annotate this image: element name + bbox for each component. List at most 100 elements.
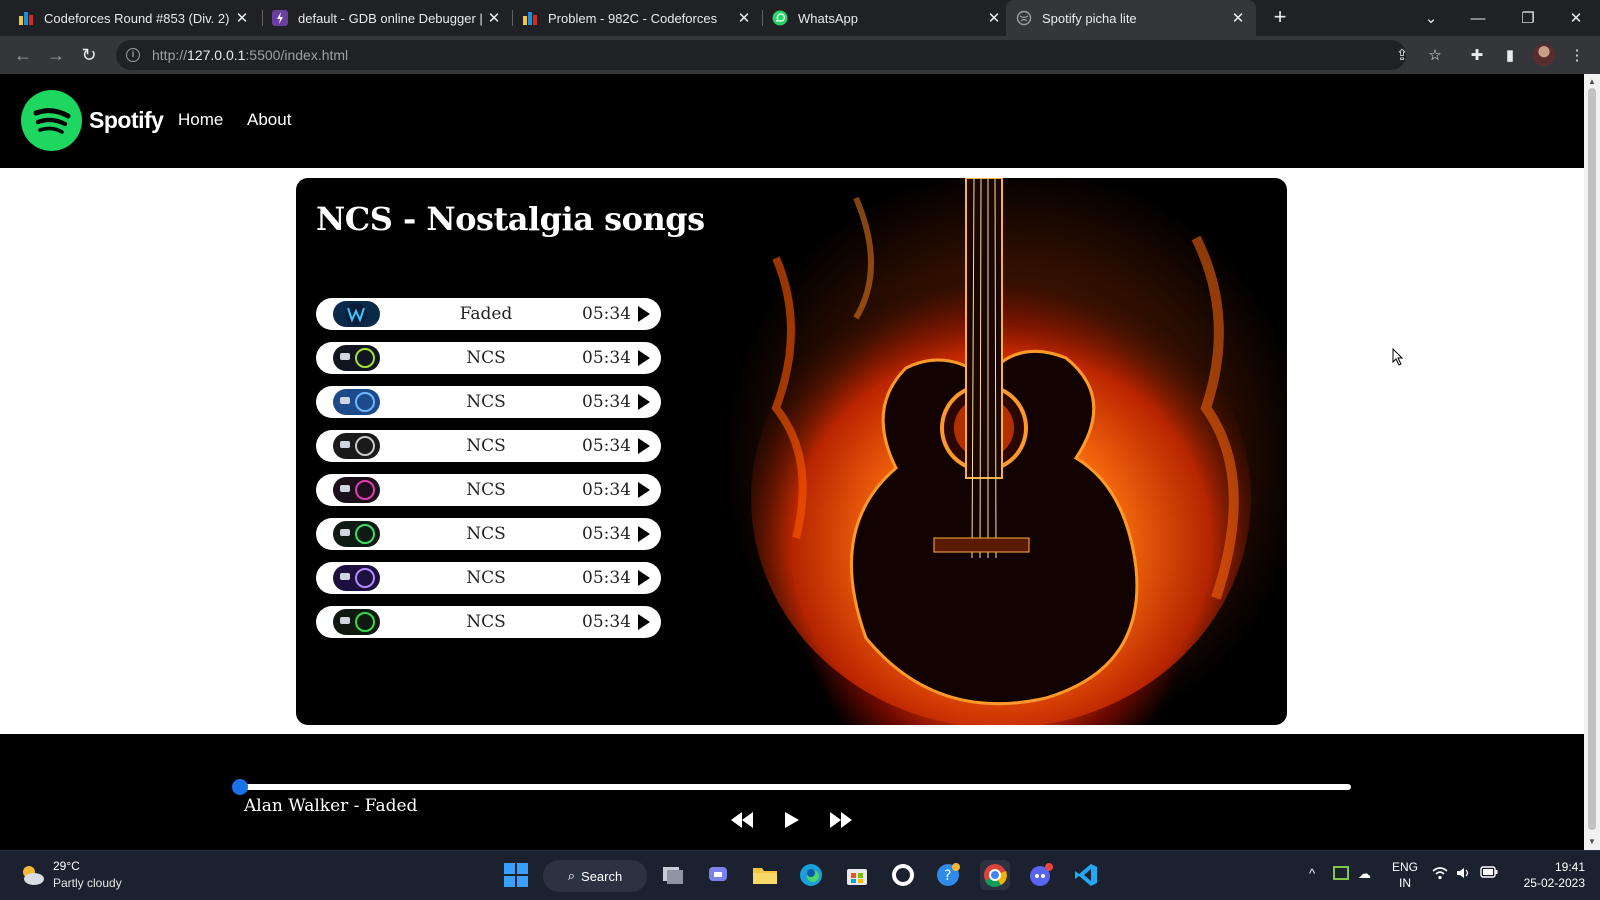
- system-clock[interactable]: 19:41 25-02-2023: [1515, 859, 1585, 891]
- progress-slider[interactable]: [240, 784, 1351, 790]
- extensions-icon[interactable]: ✚: [1467, 45, 1487, 65]
- close-window-icon[interactable]: ✕: [1553, 0, 1599, 36]
- play-icon[interactable]: [638, 350, 650, 366]
- weather-description[interactable]: Partly cloudy: [53, 876, 122, 890]
- windows-start-icon[interactable]: [501, 860, 531, 890]
- share-icon[interactable]: ⇪: [1392, 45, 1412, 65]
- song-cover-image: [333, 433, 380, 459]
- site-info-icon[interactable]: i: [126, 48, 140, 62]
- song-item[interactable]: NCS 05:34: [316, 474, 661, 506]
- vscode-icon[interactable]: [1071, 860, 1101, 890]
- next-icon[interactable]: [829, 810, 853, 830]
- tab-gdb[interactable]: default - GDB online Debugger | ✕: [262, 0, 512, 36]
- back-arrow-icon[interactable]: ←: [10, 42, 36, 68]
- song-name: NCS: [466, 524, 506, 544]
- song-item[interactable]: NCS 05:34: [316, 518, 661, 550]
- nav-link-home[interactable]: Home: [178, 110, 223, 130]
- show-hidden-icons-icon[interactable]: ^: [1309, 866, 1315, 881]
- tab-problem-982c[interactable]: Problem - 982C - Codeforces ✕: [512, 0, 762, 36]
- song-name: NCS: [466, 612, 506, 632]
- tab-whatsapp[interactable]: WhatsApp ✕: [762, 0, 1012, 36]
- teams-chat-icon[interactable]: [704, 860, 734, 890]
- close-icon[interactable]: ✕: [486, 9, 502, 27]
- restore-icon[interactable]: ❐: [1505, 0, 1551, 36]
- menu-kebab-icon[interactable]: ⋮: [1567, 45, 1587, 65]
- song-item[interactable]: NCS 05:34: [316, 562, 661, 594]
- address-bar[interactable]: i http://127.0.0.1:5500/index.html: [116, 40, 1406, 70]
- song-duration: 05:34: [582, 524, 631, 544]
- tray-app-icon[interactable]: [1333, 866, 1349, 883]
- page-viewport: Spotify Home About NCS - Nostalgia songs…: [0, 74, 1584, 850]
- song-duration: 05:34: [582, 612, 631, 632]
- task-view-icon[interactable]: [658, 860, 688, 890]
- brand-name[interactable]: Spotify: [89, 107, 164, 134]
- song-cover-image: [333, 389, 380, 415]
- edge-browser-icon[interactable]: [796, 860, 826, 890]
- mouse-cursor-icon: [1392, 348, 1404, 366]
- whatsapp-icon: [772, 10, 788, 26]
- previous-icon[interactable]: [730, 810, 754, 830]
- page-scrollbar[interactable]: ▲ ▼: [1584, 74, 1600, 850]
- tab-title: Codeforces Round #853 (Div. 2): [44, 10, 230, 26]
- microsoft-store-icon[interactable]: [842, 860, 872, 890]
- play-icon[interactable]: [638, 482, 650, 498]
- play-pause-icon[interactable]: [782, 810, 802, 830]
- profile-avatar[interactable]: [1533, 44, 1555, 66]
- close-icon[interactable]: ✕: [986, 9, 1002, 27]
- play-icon[interactable]: [638, 306, 650, 322]
- new-tab-icon[interactable]: +: [1268, 6, 1292, 30]
- song-item[interactable]: NCS 05:34: [316, 386, 661, 418]
- scrollbar-thumb[interactable]: [1588, 88, 1596, 830]
- forward-arrow-icon[interactable]: →: [43, 42, 69, 68]
- scroll-up-icon[interactable]: ▲: [1587, 77, 1597, 87]
- play-icon[interactable]: [638, 438, 650, 454]
- close-icon[interactable]: ✕: [736, 9, 752, 27]
- song-duration: 05:34: [582, 392, 631, 412]
- play-icon[interactable]: [638, 526, 650, 542]
- song-item[interactable]: NCS 05:34: [316, 606, 661, 638]
- song-list: Faded 05:34 NCS 05:34 NCS 05:34 NCS 05:3…: [316, 298, 661, 650]
- codeforces-icon: [18, 10, 34, 26]
- song-item[interactable]: Faded 05:34: [316, 298, 661, 330]
- tab-codeforces-round[interactable]: Codeforces Round #853 (Div. 2) ✕: [8, 0, 260, 36]
- discord-icon[interactable]: [1026, 860, 1056, 890]
- play-icon[interactable]: [638, 614, 650, 630]
- minimize-icon[interactable]: —: [1455, 0, 1501, 36]
- language-indicator[interactable]: ENG IN: [1390, 859, 1420, 891]
- spotify-logo-icon[interactable]: [21, 90, 82, 151]
- tab-search-icon[interactable]: ⌄: [1408, 0, 1454, 36]
- bookmark-star-icon[interactable]: ☆: [1425, 45, 1445, 65]
- tab-strip: Codeforces Round #853 (Div. 2) ✕ default…: [0, 0, 1600, 36]
- player-bar: Alan Walker - Faded: [0, 734, 1584, 850]
- play-icon[interactable]: [638, 570, 650, 586]
- github-app-icon[interactable]: [888, 860, 918, 890]
- side-panel-icon[interactable]: ▮: [1500, 45, 1520, 65]
- play-icon[interactable]: [638, 394, 650, 410]
- url-text: http://127.0.0.1:5500/index.html: [152, 47, 349, 63]
- volume-icon[interactable]: [1456, 866, 1472, 883]
- wifi-icon[interactable]: [1432, 866, 1448, 883]
- progress-slider-thumb[interactable]: [232, 779, 248, 795]
- close-icon[interactable]: ✕: [234, 9, 250, 27]
- chrome-icon[interactable]: [980, 860, 1010, 890]
- help-tips-icon[interactable]: ?: [933, 860, 963, 890]
- close-icon[interactable]: ✕: [1230, 9, 1246, 27]
- onedrive-cloud-icon[interactable]: ☁: [1358, 866, 1371, 882]
- song-name: NCS: [466, 568, 506, 588]
- song-item[interactable]: NCS 05:34: [316, 342, 661, 374]
- file-explorer-icon[interactable]: [750, 860, 780, 890]
- taskbar-search-button[interactable]: ⌕ Search: [543, 860, 647, 892]
- scroll-down-icon[interactable]: ▼: [1587, 837, 1597, 847]
- song-duration: 05:34: [582, 568, 631, 588]
- song-cover-image: [333, 477, 380, 503]
- navbar: Spotify Home About: [0, 74, 1584, 168]
- reload-icon[interactable]: ↻: [76, 42, 102, 68]
- tab-spotify-picha-lite[interactable]: Spotify picha lite ✕: [1006, 0, 1256, 36]
- song-item[interactable]: NCS 05:34: [316, 430, 661, 462]
- song-duration: 05:34: [582, 304, 631, 324]
- weather-temperature[interactable]: 29°C: [53, 859, 80, 873]
- now-playing-title: Alan Walker - Faded: [244, 796, 418, 816]
- song-cover-image: [333, 565, 380, 591]
- battery-icon[interactable]: [1480, 866, 1498, 881]
- nav-link-about[interactable]: About: [247, 110, 291, 130]
